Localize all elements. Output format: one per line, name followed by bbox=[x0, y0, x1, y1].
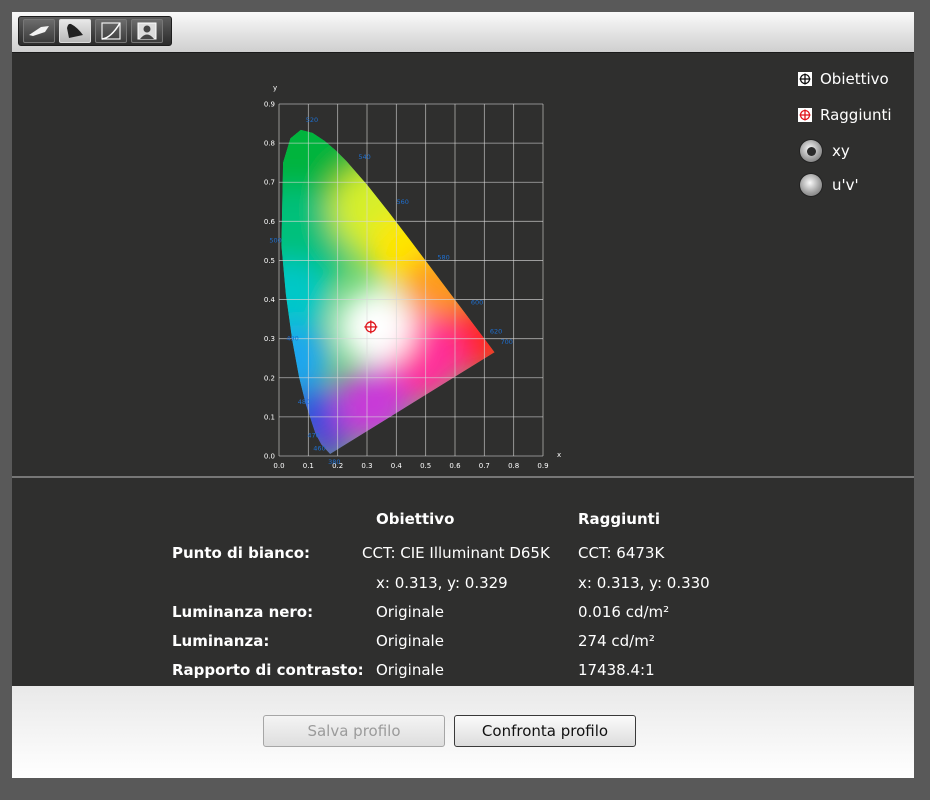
radio-selected-dot bbox=[806, 146, 816, 156]
uv-radio-button[interactable] bbox=[800, 174, 822, 196]
y-tick-label: 0.2 bbox=[264, 374, 275, 382]
y-tick-label: 0.9 bbox=[264, 101, 275, 109]
target-white-point-xy: x: 0.313, y: 0.329 bbox=[376, 574, 508, 592]
x-tick-label: 0.7 bbox=[479, 462, 490, 470]
view-switcher bbox=[18, 16, 172, 46]
wavelength-label: 500 bbox=[269, 236, 281, 244]
profile-user-icon bbox=[137, 22, 157, 40]
gamut-color-blob bbox=[334, 367, 411, 444]
profile-user-button[interactable] bbox=[131, 19, 163, 43]
x-tick-label: 0.5 bbox=[420, 462, 431, 470]
calibration-tool-icon bbox=[29, 26, 49, 36]
achieved-white-point-xy: x: 0.313, y: 0.330 bbox=[578, 574, 710, 592]
target-marker-icon bbox=[798, 72, 812, 86]
y-tick-label: 0.0 bbox=[264, 453, 275, 461]
cie-chromaticity-diagram: 0.0 0.1 0.2 0.3 0.4 0.5 0.6 0.7 0.8 0.90.00.10.20… bbox=[264, 84, 561, 470]
wavelength-label: 600 bbox=[471, 298, 483, 306]
y-tick-label: 0.4 bbox=[264, 296, 276, 304]
y-tick-label: 0.1 bbox=[264, 413, 275, 421]
calibration-tool-button[interactable] bbox=[23, 19, 55, 43]
wavelength-label: 580 bbox=[437, 254, 449, 262]
compare-profile-button[interactable]: Confronta profilo bbox=[454, 715, 636, 747]
curve-button[interactable] bbox=[95, 19, 127, 43]
target-luminance: Originale bbox=[376, 632, 444, 650]
target-black-luminance: Originale bbox=[376, 603, 444, 621]
achieved-marker-icon bbox=[798, 108, 812, 122]
column-header-target: Obiettivo bbox=[376, 510, 455, 528]
results-table: Obiettivo Raggiunti Punto di bianco: CCT… bbox=[12, 478, 914, 686]
column-header-achieved: Raggiunti bbox=[578, 510, 660, 528]
wavelength-label: 490 bbox=[286, 335, 298, 343]
wavelength-label: 470 bbox=[307, 431, 319, 439]
uv-radio-option[interactable]: u'v' bbox=[800, 174, 859, 196]
y-tick-label: 0.7 bbox=[264, 179, 275, 187]
legend-achieved: Raggiunti bbox=[798, 106, 892, 124]
wavelength-label: 380 bbox=[328, 458, 340, 466]
x-tick-label: 0.0 bbox=[273, 462, 284, 470]
target-white-point-cct: CCT: CIE Illuminant D65K bbox=[362, 544, 550, 562]
footer-bar: Salva profilo Confronta profilo bbox=[12, 686, 914, 778]
gamut-fill bbox=[281, 129, 495, 455]
xy-radio-label: xy bbox=[832, 142, 850, 160]
wavelength-label: 620 bbox=[490, 327, 502, 335]
achieved-luminance: 274 cd/m² bbox=[578, 632, 655, 650]
app-window: 0.0 0.1 0.2 0.3 0.4 0.5 0.6 0.7 0.8 0.9 0.0 0.1 0.2 0… bbox=[12, 12, 914, 778]
gamut-chart-icon bbox=[67, 23, 83, 38]
achieved-white-point-cct: CCT: 6473K bbox=[578, 544, 665, 562]
gamut-chart-button[interactable] bbox=[59, 19, 91, 43]
legend-achieved-label: Raggiunti bbox=[820, 106, 892, 124]
x-tick-label: 0.1 bbox=[303, 462, 314, 470]
wavelength-label: 560 bbox=[396, 198, 408, 206]
x-tick-label: 0.6 bbox=[449, 462, 461, 470]
gamut-color-blobs bbox=[281, 129, 495, 455]
wavelength-label: 700 bbox=[501, 338, 513, 346]
x-tick-label: 0.3 bbox=[361, 462, 372, 470]
achieved-black-luminance: 0.016 cd/m² bbox=[578, 603, 670, 621]
wavelength-label: 520 bbox=[306, 116, 318, 124]
x-axis-label: x bbox=[557, 451, 561, 459]
xy-radio-button[interactable] bbox=[800, 140, 822, 162]
toolbar bbox=[12, 12, 914, 53]
y-axis-label: y bbox=[273, 84, 277, 92]
x-tick-label: 0.8 bbox=[508, 462, 519, 470]
wavelength-label: 480 bbox=[298, 398, 310, 406]
achieved-contrast-ratio: 17438.4:1 bbox=[578, 661, 655, 679]
y-tick-label: 0.8 bbox=[264, 140, 275, 148]
x-tick-label: 0.9 bbox=[537, 462, 548, 470]
row-label-luminance: Luminanza: bbox=[172, 632, 270, 650]
legend-target-label: Obiettivo bbox=[820, 70, 889, 88]
row-label-white-point: Punto di bianco: bbox=[172, 544, 311, 562]
target-contrast-ratio: Originale bbox=[376, 661, 444, 679]
wavelength-label: 540 bbox=[358, 153, 370, 161]
y-tick-label: 0.5 bbox=[264, 257, 275, 265]
uv-radio-label: u'v' bbox=[832, 176, 859, 194]
curve-icon bbox=[101, 22, 121, 40]
row-label-black-luminance: Luminanza nero: bbox=[172, 603, 314, 621]
wavelength-label: 460 bbox=[313, 444, 325, 452]
chromaticity-chart-area: 0.0 0.1 0.2 0.3 0.4 0.5 0.6 0.7 0.8 0.9 0.0 0.1 0.2 0… bbox=[12, 53, 914, 477]
y-tick-label: 0.6 bbox=[264, 218, 276, 226]
y-tick-label: 0.3 bbox=[264, 335, 275, 343]
row-label-contrast-ratio: Rapporto di contrasto: bbox=[172, 661, 364, 679]
save-profile-button[interactable]: Salva profilo bbox=[263, 715, 445, 747]
x-tick-label: 0.4 bbox=[391, 462, 403, 470]
legend-target: Obiettivo bbox=[798, 70, 889, 88]
xy-radio-option[interactable]: xy bbox=[800, 140, 850, 162]
